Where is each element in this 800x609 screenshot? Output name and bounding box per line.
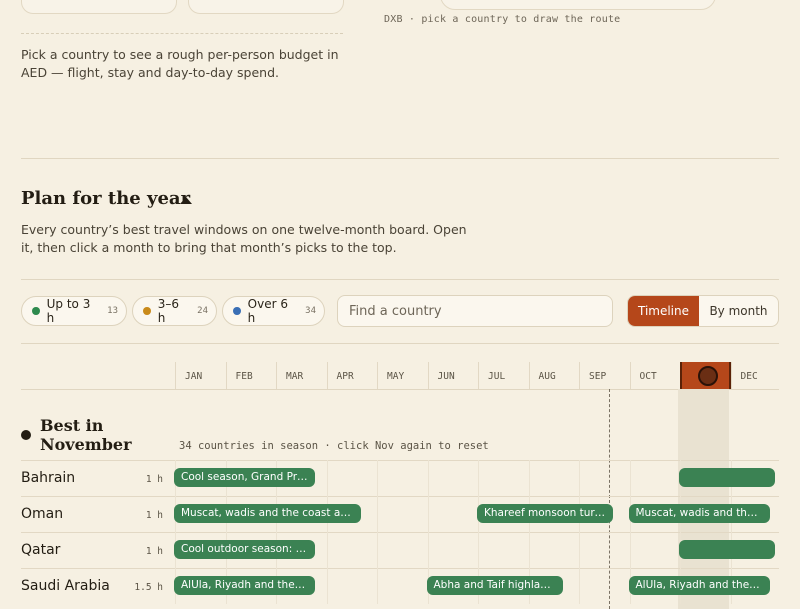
month-gridline (427, 532, 429, 568)
country-row[interactable]: Oman 1 h Muscat, wadis and the coast at th… (0, 496, 800, 532)
filter-label: Up to 3 h (46, 297, 91, 325)
route-map-panel[interactable] (440, 0, 716, 10)
plan-section-title[interactable]: Plan for the year (21, 188, 190, 209)
season-window-bar[interactable]: AlUla, Riyadh and the Red Sea (628, 576, 770, 595)
filter-chip-long-flight[interactable]: Over 6 h 34 (222, 296, 325, 326)
season-window-bar[interactable]: AlUla, Riyadh and the Red Sea (174, 576, 316, 595)
filter-count: 24 (197, 306, 208, 316)
country-name[interactable]: Oman (21, 506, 63, 522)
country-name[interactable]: Bahrain (21, 470, 75, 486)
view-toggle[interactable]: Timeline By month (627, 295, 779, 327)
month-gridline (377, 568, 378, 604)
country-row[interactable]: Saudi Arabia 1.5 h AlUla, Riyadh and the R… (0, 568, 800, 604)
month-jun[interactable]: JUN (427, 362, 479, 389)
season-window-bar[interactable]: Cool outdoor season: Corniche and desert (174, 540, 316, 559)
flight-time: 1 h (145, 510, 163, 521)
filter-count: 13 (107, 306, 118, 316)
green-dot-icon (32, 307, 40, 315)
month-may[interactable]: MAY (377, 362, 428, 389)
month-apr[interactable]: APR (326, 362, 378, 389)
season-note: 34 countries in season · click Nov again… (179, 440, 489, 452)
filter-count: 34 (305, 306, 316, 316)
divider (21, 279, 779, 280)
country-row[interactable]: Qatar 1 h Cool outdoor season: Corniche an… (0, 532, 800, 568)
month-gridline (579, 568, 580, 604)
divider (21, 33, 343, 34)
blue-dot-icon (233, 307, 241, 315)
timeline-toggle-button[interactable]: Timeline (628, 296, 699, 326)
row-divider (21, 460, 779, 461)
month-aug[interactable]: AUG (528, 362, 580, 389)
season-window-bar[interactable]: Khareef monsoon turns Salalah green (477, 504, 614, 523)
flight-time: 1 h (145, 546, 163, 557)
month-mar[interactable]: MAR (276, 362, 327, 389)
season-window-bar[interactable] (679, 468, 775, 487)
season-window-bar[interactable]: Cool season, Grand Prix and pearl-diving… (174, 468, 316, 487)
season-window-bar[interactable]: Muscat, wadis and the coast at their bes… (174, 504, 361, 523)
month-oct[interactable]: OCT (629, 362, 681, 389)
filter-chip-medium-flight[interactable]: 3–6 h 24 (132, 296, 217, 326)
divider (21, 343, 779, 344)
month-gridline (528, 460, 530, 496)
month-gridline (326, 460, 328, 496)
row-divider (21, 532, 779, 533)
plan-description: Every country’s best travel windows on o… (21, 222, 467, 255)
filter-label: 3–6 h (157, 297, 179, 325)
flight-time: 1.5 h (134, 582, 163, 593)
month-gridline (326, 568, 328, 604)
month-gridline (478, 460, 479, 496)
collapse-triangle-icon[interactable] (180, 197, 192, 204)
row-divider (21, 568, 779, 569)
month-feb[interactable]: FEB (225, 362, 277, 389)
best-in-month-title: Best in November (40, 416, 132, 454)
month-gridline (629, 460, 631, 496)
month-gridline (478, 532, 479, 568)
month-gridline (579, 532, 580, 568)
month-sep[interactable]: SEP (579, 362, 630, 389)
amber-dot-icon (143, 307, 151, 315)
month-gridline (427, 496, 429, 532)
month-gridline (326, 532, 328, 568)
summary-card[interactable] (188, 0, 344, 14)
month-gridline (377, 496, 378, 532)
summary-card[interactable] (21, 0, 177, 14)
month-gridline (427, 460, 429, 496)
season-window-bar[interactable]: Abha and Taif highlands retreat (426, 576, 563, 595)
filter-label: Over 6 h (247, 297, 288, 325)
by-month-toggle-button[interactable]: By month (699, 296, 778, 326)
section-divider (21, 158, 779, 159)
season-window-bar[interactable]: Muscat, wadis and the coast at their bes… (628, 504, 770, 523)
country-row[interactable]: Bahrain 1 h Cool season, Grand Prix and pe… (0, 460, 800, 496)
flight-time: 1 h (145, 474, 163, 485)
month-nov[interactable] (680, 362, 731, 389)
row-divider (21, 496, 779, 497)
country-search-input[interactable] (337, 295, 613, 327)
month-dec[interactable]: DEC (730, 362, 782, 389)
filter-chip-short-flight[interactable]: Up to 3 h 13 (21, 296, 127, 326)
country-name[interactable]: Qatar (21, 542, 60, 558)
budget-hint: Pick a country to see a rough per-person… (21, 47, 339, 80)
month-gridline (579, 460, 580, 496)
selected-month-marker-icon (698, 366, 718, 386)
month-gridline (629, 532, 631, 568)
country-name[interactable]: Saudi Arabia (21, 578, 110, 594)
month-jan[interactable]: JAN (175, 362, 226, 389)
month-gridline (377, 460, 378, 496)
bullet-icon (21, 430, 31, 440)
month-gridline (377, 532, 378, 568)
month-gridline (528, 532, 530, 568)
month-jul[interactable]: JUL (478, 362, 529, 389)
season-window-bar[interactable] (679, 540, 775, 559)
route-hint: DXB · pick a country to draw the route (384, 14, 621, 25)
divider (21, 389, 779, 390)
month-header: JAN FEB MAR APR MAY JUN JUL AUG SEP OCT DEC (0, 362, 800, 389)
